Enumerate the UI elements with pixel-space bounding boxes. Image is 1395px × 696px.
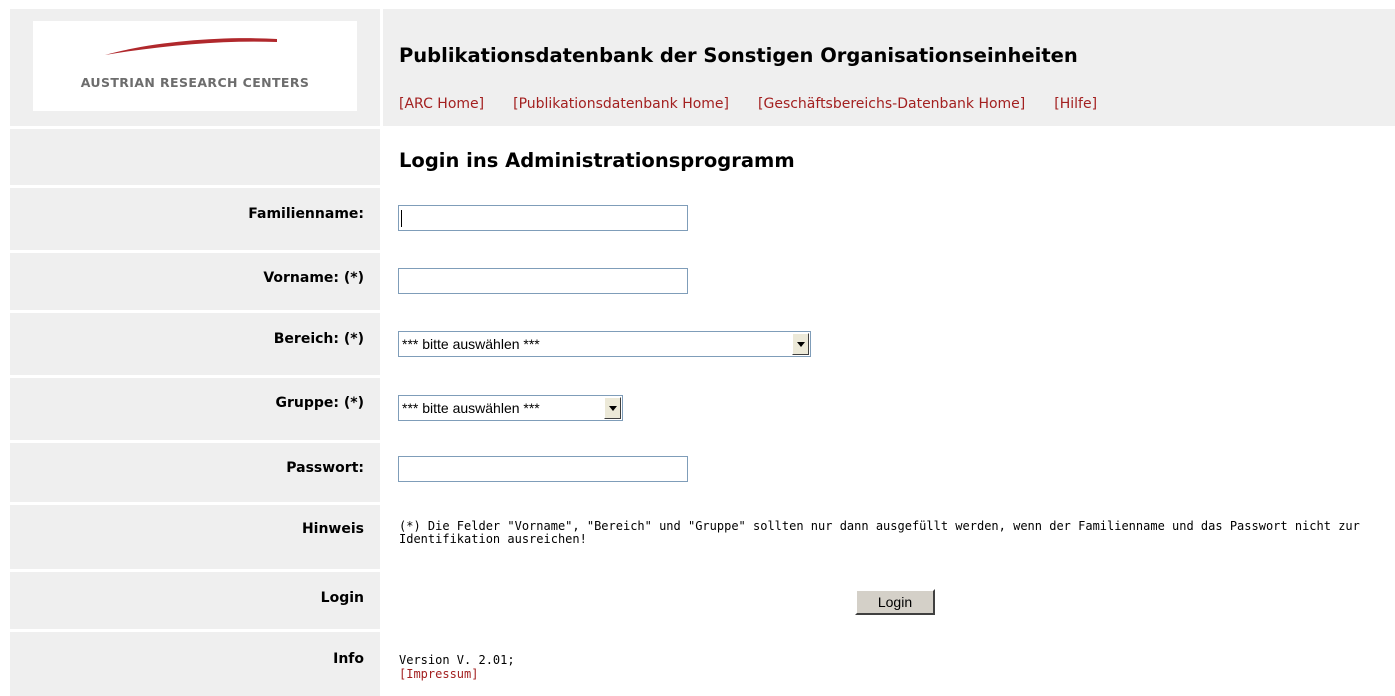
bereich-select[interactable]: *** bitte auswählen *** bbox=[398, 331, 811, 357]
bereich-field-cell: *** bitte auswählen *** bbox=[383, 313, 1395, 375]
hinweis-label: Hinweis bbox=[301, 521, 364, 537]
version-text: Version V. 2.01; bbox=[399, 653, 515, 667]
logo-text: AUSTRIAN RESEARCH CENTERS bbox=[80, 75, 310, 90]
nav-link-arc-home[interactable]: [ARC Home] bbox=[399, 96, 484, 112]
arc-logo: AUSTRIAN RESEARCH CENTERS bbox=[33, 21, 357, 111]
bereich-label: Bereich: (*) bbox=[273, 331, 364, 347]
vorname-label: Vorname: (*) bbox=[263, 270, 364, 286]
passwort-label: Passwort: bbox=[286, 460, 364, 476]
login-label: Login bbox=[320, 590, 364, 606]
gruppe-select[interactable]: *** bitte auswählen *** bbox=[398, 395, 623, 421]
text-caret bbox=[401, 210, 402, 227]
info-label: Info bbox=[333, 651, 364, 667]
gruppe-selected-value: *** bitte auswählen *** bbox=[402, 400, 540, 416]
info-label-cell: Info bbox=[10, 632, 380, 696]
passwort-label-cell: Passwort: bbox=[10, 443, 380, 502]
vorname-label-cell: Vorname: (*) bbox=[10, 253, 380, 310]
bereich-selected-value: *** bitte auswählen *** bbox=[402, 336, 540, 352]
header-right-cell: Publikationsdatenbank der Sonstigen Orga… bbox=[383, 9, 1395, 126]
hinweis-text: (*) Die Felder "Vorname", "Bereich" und … bbox=[399, 519, 1360, 546]
vorname-field-cell bbox=[383, 253, 1395, 310]
familienname-label: Familienname: bbox=[248, 206, 364, 222]
familienname-field-cell bbox=[383, 188, 1395, 250]
top-nav: [ARC Home] [Publikationsdatenbank Home] [G… bbox=[399, 96, 1126, 112]
nav-link-geschaeftsbereichs-datenbank-home[interactable]: [Geschäftsbereichs-Datenbank Home] bbox=[758, 96, 1025, 112]
familienname-label-cell: Familienname: bbox=[10, 188, 380, 250]
nav-link-hilfe[interactable]: [Hilfe] bbox=[1054, 96, 1097, 112]
gruppe-field-cell: *** bitte auswählen *** bbox=[383, 378, 1395, 440]
info-cell: Version V. 2.01; [Impressum] bbox=[383, 632, 1395, 696]
info-block: Version V. 2.01; [Impressum] bbox=[399, 653, 515, 681]
title-right-cell: Login ins Administrationsprogramm bbox=[383, 129, 1395, 185]
login-label-cell: Login bbox=[10, 572, 380, 629]
site-title: Publikationsdatenbank der Sonstigen Orga… bbox=[399, 44, 1078, 67]
title-left-cell bbox=[10, 129, 380, 185]
nav-link-publikationsdatenbank-home[interactable]: [Publikationsdatenbank Home] bbox=[513, 96, 729, 112]
familienname-input[interactable] bbox=[398, 205, 688, 231]
dropdown-arrow-icon[interactable] bbox=[792, 333, 809, 355]
page-title: Login ins Administrationsprogramm bbox=[399, 149, 795, 172]
hinweis-label-cell: Hinweis bbox=[10, 505, 380, 569]
gruppe-label-cell: Gruppe: (*) bbox=[10, 378, 380, 440]
login-button[interactable]: Login bbox=[855, 589, 935, 615]
passwort-field-cell bbox=[383, 443, 1395, 502]
login-button-cell: Login bbox=[383, 572, 1395, 629]
bereich-label-cell: Bereich: (*) bbox=[10, 313, 380, 375]
dropdown-arrow-icon[interactable] bbox=[604, 397, 621, 419]
gruppe-label: Gruppe: (*) bbox=[275, 395, 365, 411]
vorname-input[interactable] bbox=[398, 268, 688, 294]
impressum-link[interactable]: [Impressum] bbox=[399, 667, 478, 681]
logo-swoosh-icon bbox=[105, 38, 277, 55]
passwort-input[interactable] bbox=[398, 456, 688, 482]
page: AUSTRIAN RESEARCH CENTERS Publikationsda… bbox=[0, 0, 1395, 696]
hinweis-text-cell: (*) Die Felder "Vorname", "Bereich" und … bbox=[383, 505, 1395, 569]
